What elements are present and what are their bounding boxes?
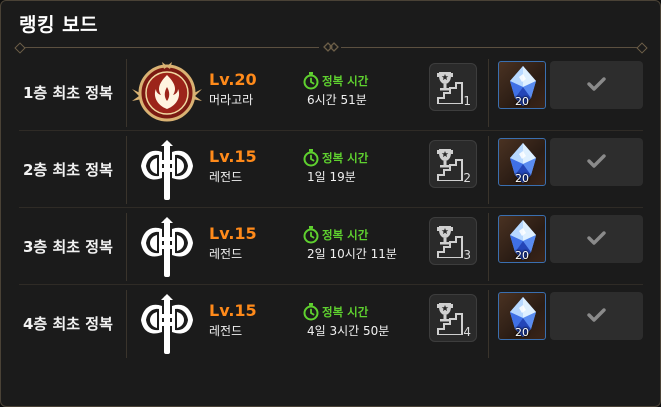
clear-time-label: 정복 시간 [322,151,369,165]
stopwatch-icon [303,72,319,90]
clear-time-label: 정복 시간 [322,228,369,242]
floor-label: 2층 최초 정복 [23,161,113,179]
floor-label: 3층 최초 정복 [23,238,113,256]
flame-crest-emblem-icon [131,61,203,125]
reward-count: 20 [515,249,529,262]
column-divider [488,290,489,358]
floor-label: 4층 최초 정복 [23,315,113,333]
guild-name: 머라고라 [209,93,254,107]
column-divider [488,213,489,281]
rank-number: 2 [463,171,471,185]
clear-time-label: 정복 시간 [322,74,369,88]
claim-reward-button[interactable] [550,61,643,109]
claim-reward-button[interactable] [550,215,643,263]
axe-emblem-icon [131,215,203,279]
column-divider [488,136,489,204]
rank-number: 4 [463,325,471,339]
guild-name: 레전드 [209,324,243,338]
floor-label: 1층 최초 정복 [23,84,113,102]
ranking-row: 1층 최초 정복 Lv.20 머라고라 정복 시간 6시간 51분 1 20 [1,53,661,133]
axe-emblem-icon [131,138,203,202]
ranking-row: 2층 최초 정복 Lv.15 레전드 정복 시간 1일 19분 2 20 [1,130,661,210]
rank-trophy-button[interactable]: 4 [429,294,477,342]
column-divider [126,136,127,204]
clear-time-value: 6시간 51분 [307,93,367,107]
stopwatch-icon [303,226,319,244]
ranking-row: 3층 최초 정복 Lv.15 레전드 정복 시간 2일 10시간 11분 3 2… [1,207,661,287]
clear-time-value: 2일 10시간 11분 [307,247,397,261]
guild-level: Lv.15 [209,224,257,243]
reward-count: 20 [515,172,529,185]
claim-reward-button[interactable] [550,292,643,340]
guild-level: Lv.15 [209,147,257,166]
rank-trophy-button[interactable]: 1 [429,63,477,111]
panel-title: 랭킹 보드 [19,14,99,36]
clear-time-value: 1일 19분 [307,170,356,184]
column-divider [126,59,127,127]
divider-ornament-left [14,42,26,54]
stopwatch-icon [303,149,319,167]
axe-emblem-icon [131,292,203,356]
reward-slot[interactable]: 20 [498,292,546,340]
rank-number: 3 [463,248,471,262]
guild-name: 레전드 [209,170,243,184]
reward-count: 20 [515,326,529,339]
reward-slot[interactable]: 20 [498,138,546,186]
divider-ornament-center-icon [319,40,341,54]
rank-number: 1 [463,94,471,108]
ranking-row: 4층 최초 정복 Lv.15 레전드 정복 시간 4일 3시간 50분 4 20 [1,284,661,364]
stopwatch-icon [303,303,319,321]
rank-trophy-button[interactable]: 3 [429,217,477,265]
column-divider [126,213,127,281]
ranking-board-panel: 랭킹 보드 1층 최초 정복 Lv.20 머라고라 정복 시간 6시간 51분 [0,0,661,407]
claim-reward-button[interactable] [550,138,643,186]
rank-trophy-button[interactable]: 2 [429,140,477,188]
guild-name: 레전드 [209,247,243,261]
guild-level: Lv.15 [209,301,257,320]
reward-slot[interactable]: 20 [498,215,546,263]
reward-slot[interactable]: 20 [498,61,546,109]
clear-time-label: 정복 시간 [322,305,369,319]
guild-level: Lv.20 [209,70,257,89]
clear-time-value: 4일 3시간 50분 [307,324,390,338]
column-divider [488,59,489,127]
column-divider [126,290,127,358]
reward-count: 20 [515,95,529,108]
divider-ornament-right [636,42,648,54]
